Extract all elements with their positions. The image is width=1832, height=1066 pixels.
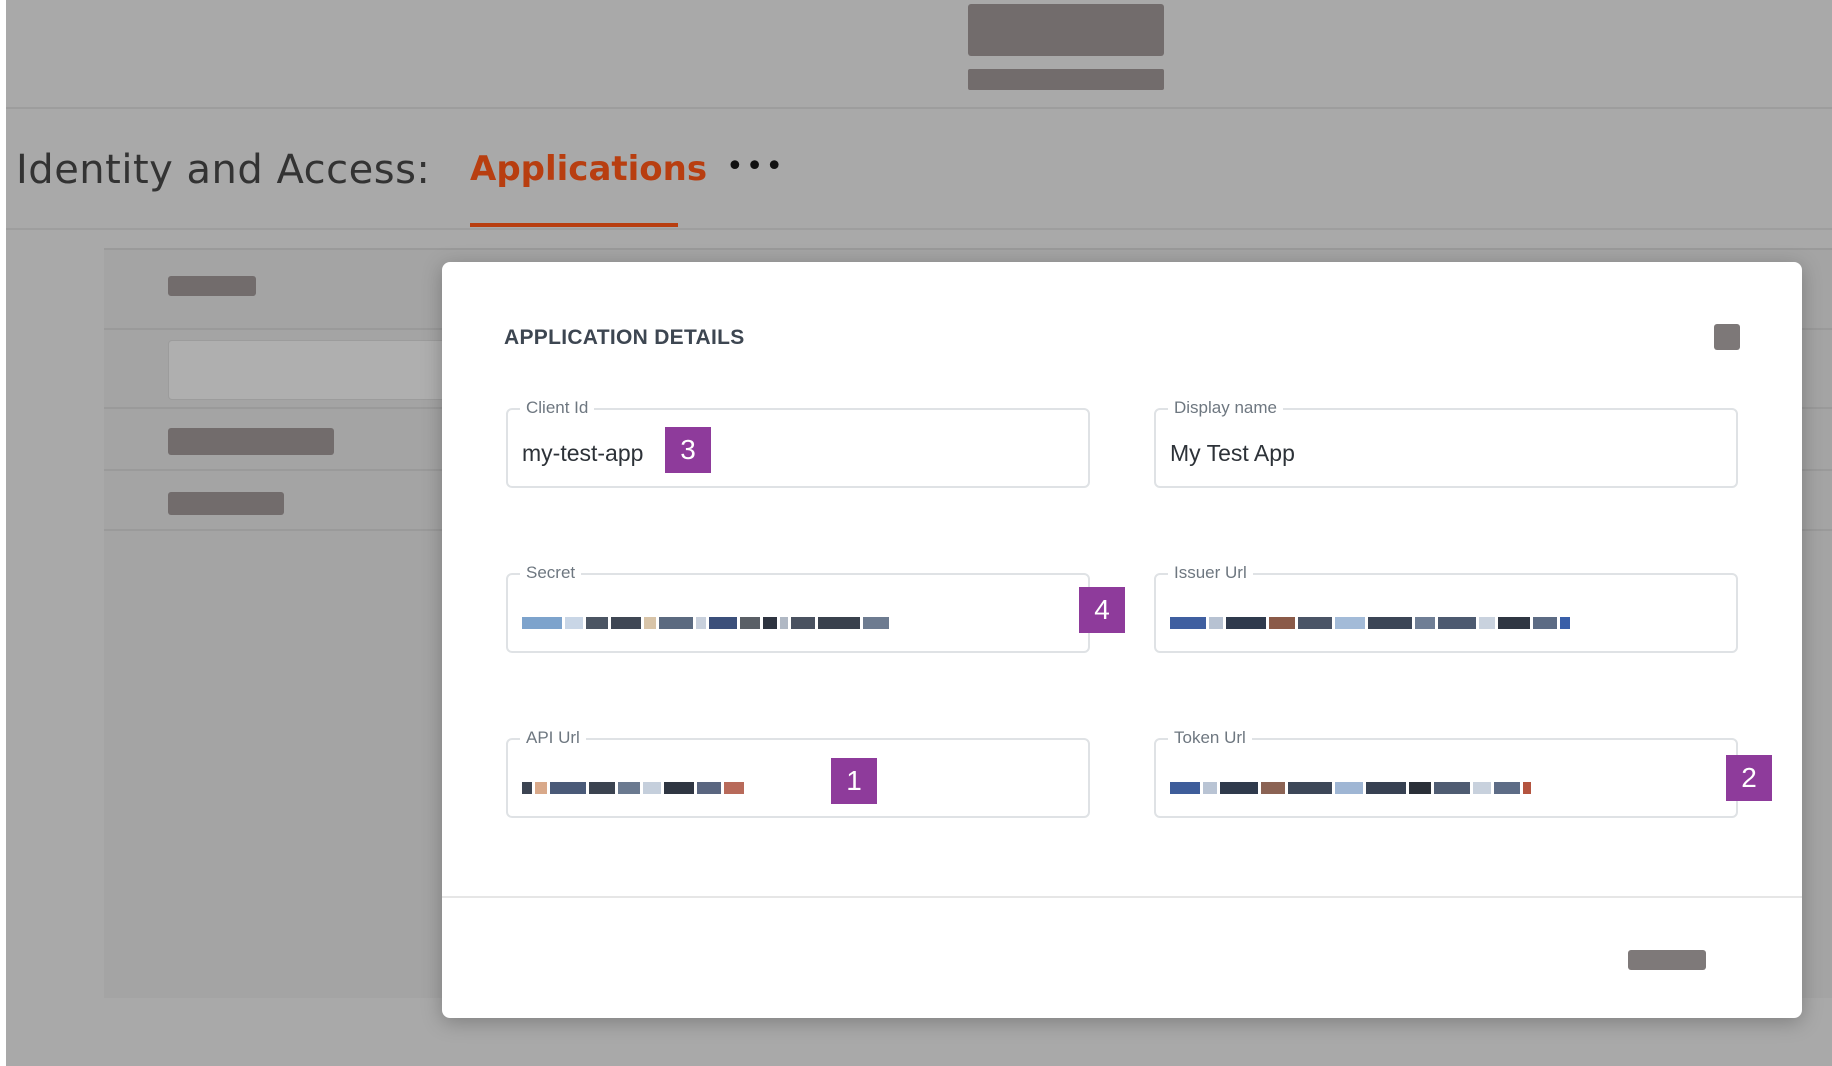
- redacted-api-url-value: [522, 774, 744, 794]
- secret-label: Secret: [520, 563, 582, 583]
- issuer-url-label: Issuer Url: [1168, 563, 1253, 583]
- api-url-label: API Url: [520, 728, 586, 748]
- close-icon[interactable]: [1714, 324, 1740, 350]
- display-name-value: My Test App: [1170, 440, 1295, 466]
- client-id-label: Client Id: [520, 398, 595, 418]
- annotation-badge-2: 2: [1726, 755, 1772, 801]
- annotation-badge-3: 3: [665, 427, 711, 473]
- display-name-field[interactable]: Display name My Test App: [1154, 398, 1738, 488]
- active-tab-indicator: [470, 223, 678, 227]
- api-url-field[interactable]: API Url: [506, 728, 1090, 818]
- logo-placeholder: [968, 4, 1164, 56]
- section-nav: Identity and Access: Applications •••: [6, 109, 1832, 230]
- annotation-badge-4: 4: [1079, 587, 1125, 633]
- issuer-url-field[interactable]: Issuer Url: [1154, 563, 1738, 653]
- background-list-item: [168, 492, 284, 515]
- section-title: Identity and Access:: [16, 147, 431, 193]
- modal-footer-divider: [442, 896, 1802, 898]
- redacted-secret-value: [522, 609, 889, 629]
- background-heading-placeholder: [168, 276, 256, 296]
- client-id-field[interactable]: Client Id my-test-app: [506, 398, 1090, 488]
- modal-title: APPLICATION DETAILS: [504, 326, 745, 349]
- modal-action-button[interactable]: [1628, 950, 1706, 970]
- annotation-badge-1: 1: [831, 758, 877, 804]
- logo-subtitle-placeholder: [968, 69, 1164, 90]
- redacted-token-url-value: [1170, 774, 1531, 794]
- background-divider: [104, 248, 1832, 250]
- redacted-issuer-url-value: [1170, 609, 1570, 629]
- secret-field[interactable]: Secret: [506, 563, 1090, 653]
- application-details-modal: APPLICATION DETAILS Client Id my-test-ap…: [442, 262, 1802, 1018]
- top-header: [6, 0, 1832, 109]
- display-name-label: Display name: [1168, 398, 1283, 418]
- background-list-item: [168, 428, 334, 455]
- tab-applications[interactable]: Applications: [470, 149, 707, 189]
- more-options-icon[interactable]: •••: [726, 152, 785, 182]
- token-url-field[interactable]: Token Url: [1154, 728, 1738, 818]
- token-url-label: Token Url: [1168, 728, 1252, 748]
- client-id-value: my-test-app: [522, 440, 644, 466]
